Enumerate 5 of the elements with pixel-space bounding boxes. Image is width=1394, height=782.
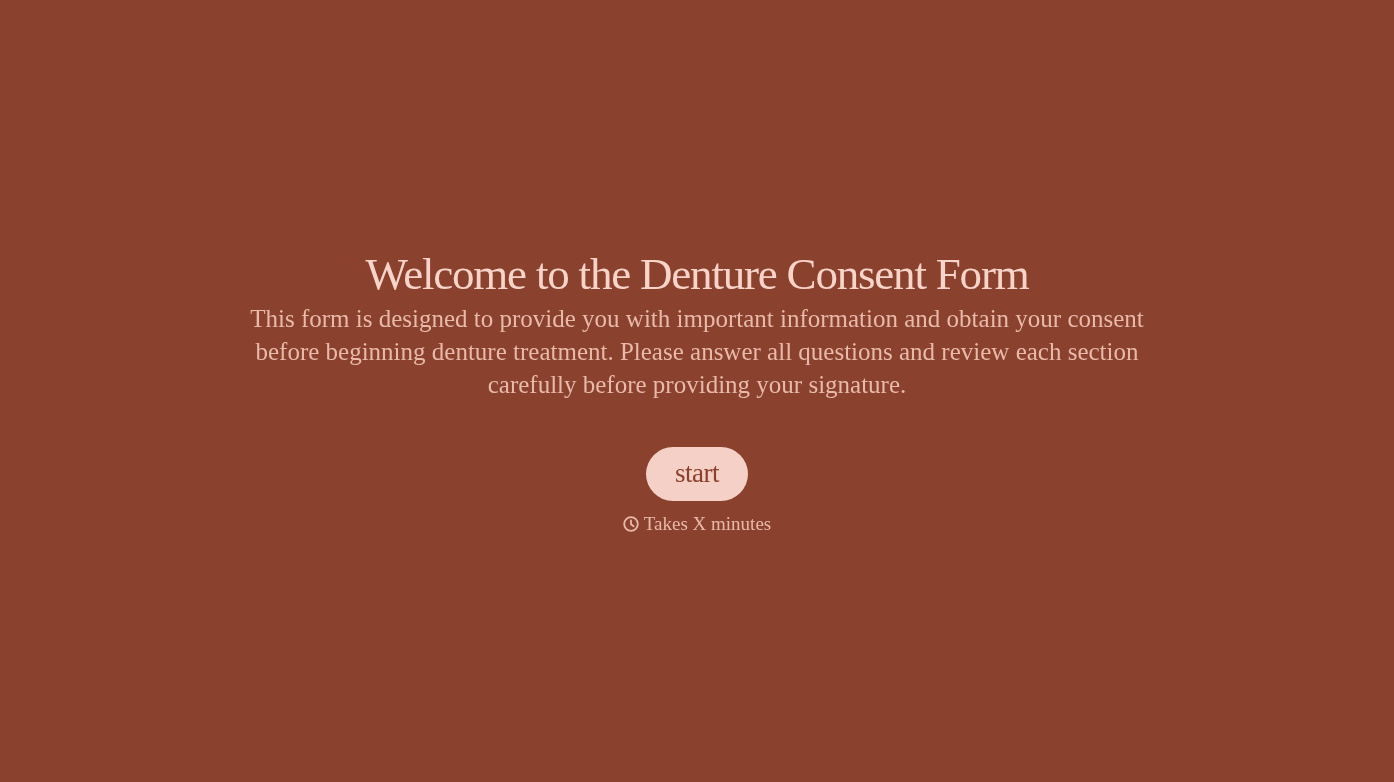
intro-text: This form is designed to provide you with important information and obtain your consent before beginning denture treatment. Please answer all questions and review each section carefully before providing your signature.: [249, 303, 1145, 400]
clock-icon: [622, 515, 639, 532]
page-title: Welcome to the Denture Consent Form: [365, 247, 1029, 300]
duration-text: Takes X minutes: [643, 512, 772, 535]
start-button[interactable]: start: [646, 446, 748, 501]
